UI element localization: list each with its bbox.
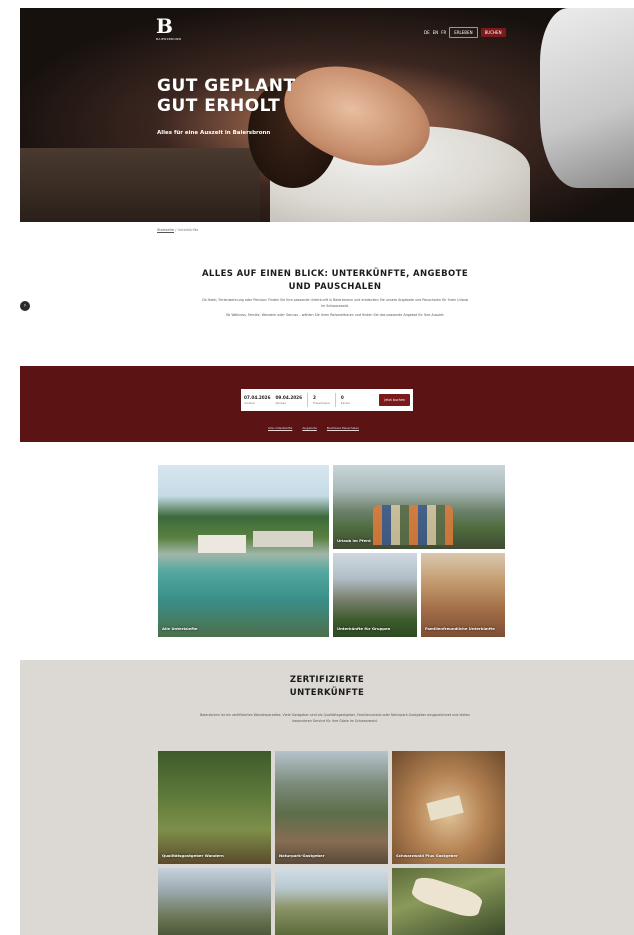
link-packages[interactable]: Buchbare Pauschalen — [327, 426, 359, 430]
certified-title-line2: UNTERKÜNFTE — [289, 688, 365, 698]
logo-letter: B — [156, 14, 173, 38]
children-label: Kinder — [340, 401, 350, 405]
tile-caption: Urlaub im Pferd — [337, 538, 371, 543]
intro-title: ALLES AUF EINEN BLICK: UNTERKÜNFTE, ANGE… — [201, 269, 469, 292]
tile-all-accommodations[interactable]: Alle Unterkünfte — [158, 465, 329, 637]
departure-field[interactable]: 09.04.2026 Abreise — [276, 395, 303, 405]
certified-title: ZERTIFIZIERTE UNTERKÜNFTE — [220, 674, 434, 700]
link-all-accommodations[interactable]: Alle Unterkünfte — [268, 426, 292, 430]
certified-tile[interactable]: Naturpark-Gastgeber — [275, 751, 388, 864]
departure-label: Abreise — [275, 401, 286, 405]
tile-house — [253, 531, 313, 547]
hero-title-line2: GUT ERHOLT — [157, 96, 281, 116]
lang-en-link[interactable]: EN — [433, 30, 439, 35]
adults-value: 2 — [313, 395, 316, 400]
breadcrumb-current: Unterkünfte — [177, 228, 199, 232]
top-navigation: DE EN FR ERLEBEN BUCHEN — [424, 27, 506, 38]
hero-title-line1: GUT GEPLANT — [157, 76, 296, 96]
lang-fr-link[interactable]: FR — [441, 30, 446, 35]
departure-value: 09.04.2026 — [275, 395, 303, 400]
tile-vacation[interactable]: Urlaub im Pferd — [333, 465, 505, 549]
hero-tagline: Alles für eine Auszeit in Baiersbronn — [157, 130, 271, 136]
hero-attendant — [540, 8, 634, 188]
page: B BAIERSBRONN DE EN FR ERLEBEN BUCHEN GU… — [20, 8, 634, 935]
tile-caption: Qualitätsgastgeber Wandern — [162, 853, 224, 858]
tile-caption: Naturpark-Gastgeber — [279, 853, 325, 858]
booking-search-box: 07.04.2026 Anreise 09.04.2026 Abreise 2 … — [241, 389, 413, 411]
buchen-button[interactable]: BUCHEN — [480, 28, 506, 37]
search-submit-button[interactable]: Jetzt buchen — [379, 394, 410, 406]
tile-sign — [409, 873, 485, 921]
breadcrumb: Startseite / Unterkünfte — [157, 228, 198, 232]
certified-tile[interactable]: Schwarzwald Plus Gastgeber — [392, 751, 505, 864]
tile-family[interactable]: Familienfreundliche Unterkünfte — [421, 553, 505, 637]
children-value: 0 — [340, 395, 344, 400]
tile-caption: Schwarzwald Plus Gastgeber — [396, 853, 458, 858]
tile-people — [373, 505, 453, 545]
arrival-field[interactable]: 07.04.2026 Anreise — [244, 395, 271, 405]
certified-tile[interactable] — [158, 868, 271, 935]
tile-caption: Alle Unterkünfte — [162, 626, 198, 631]
search-links: Alle Unterkünfte Angebote Buchbare Pausc… — [268, 426, 359, 430]
link-offers[interactable]: Angebote — [302, 426, 316, 430]
divider — [307, 393, 308, 407]
tile-house — [198, 535, 246, 553]
tile-caption: Unterkünfte für Gruppen — [337, 626, 391, 631]
certified-title-line1: ZERTIFIZIERTE — [289, 675, 365, 685]
certified-text: Baiersbronn ist ein zertifiziertes Wande… — [200, 713, 470, 723]
certified-tile[interactable] — [275, 868, 388, 935]
intro-paragraph-1: Ob Hotel, Ferienwohnung oder Pension: Fi… — [201, 298, 469, 308]
hero-tub — [20, 148, 260, 222]
tile-sign — [426, 795, 464, 821]
site-logo[interactable]: B BAIERSBRONN — [156, 16, 181, 41]
hero-section: B BAIERSBRONN DE EN FR ERLEBEN BUCHEN GU… — [20, 8, 634, 222]
adults-field[interactable]: 2 Erwachsene — [313, 395, 330, 405]
erleben-button[interactable]: ERLEBEN — [449, 27, 478, 38]
hero-title: GUT GEPLANT GUT ERHOLT — [157, 76, 296, 116]
tile-groups[interactable]: Unterkünfte für Gruppen — [333, 553, 417, 637]
arrival-value: 07.04.2026 — [244, 395, 271, 400]
certified-tile[interactable]: Qualitätsgastgeber Wandern — [158, 751, 271, 864]
arrival-label: Anreise — [244, 401, 255, 405]
intro-paragraph-2: Ob Wellness, Familie, Wandern oder Genus… — [225, 313, 445, 317]
adults-label: Erwachsene — [313, 401, 330, 405]
breadcrumb-home[interactable]: Startseite — [157, 228, 174, 232]
logo-subtitle: BAIERSBRONN — [156, 37, 182, 41]
arrow-right-icon[interactable]: › — [20, 301, 30, 311]
tile-caption: Familienfreundliche Unterkünfte — [425, 626, 495, 631]
intro-text: Ob Hotel, Ferienwohnung oder Pension: Fi… — [200, 298, 470, 323]
lang-de-link[interactable]: DE — [424, 30, 430, 35]
divider — [334, 393, 336, 407]
certified-tile[interactable] — [392, 868, 505, 935]
children-field[interactable]: 0 Kinder — [341, 395, 350, 405]
